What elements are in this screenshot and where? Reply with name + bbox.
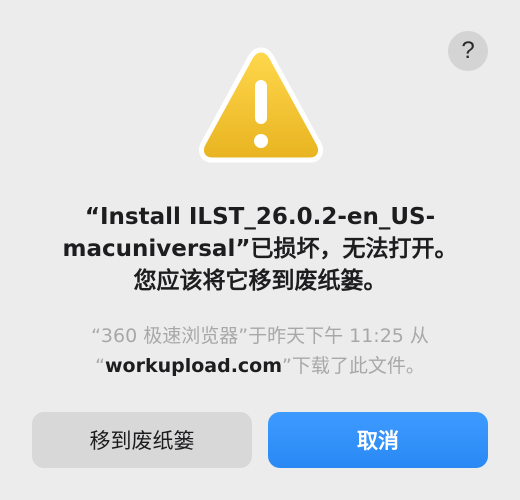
source-line-1: “360 极速浏览器”于昨天下午 11:25 从 — [91, 325, 429, 347]
domain-open-quote: “ — [95, 355, 105, 377]
download-source-info: “360 极速浏览器”于昨天下午 11:25 从 “workupload.com… — [20, 321, 500, 381]
help-button[interactable]: ? — [448, 31, 488, 71]
alert-dialog: ? “Install ILST_26.0.2-en_US- macunivers… — [0, 0, 520, 500]
cancel-button[interactable]: 取消 — [268, 412, 488, 468]
move-to-trash-button[interactable]: 移到废纸篓 — [32, 412, 252, 468]
source-line-2: “workupload.com”下载了此文件。 — [20, 351, 500, 381]
question-mark-icon: ? — [461, 37, 475, 64]
warning-triangle-icon — [198, 47, 324, 163]
source-domain: workupload.com — [104, 355, 283, 377]
title-line-3: 您应该将它移到废纸篓。 — [133, 268, 387, 294]
alert-title: “Install ILST_26.0.2-en_US- macuniversal… — [20, 201, 500, 297]
domain-close-text: ”下载了此文件。 — [282, 355, 425, 377]
title-line-2: macuniversal”已损坏，无法打开。 — [62, 236, 458, 262]
title-line-1: “Install ILST_26.0.2-en_US- — [84, 204, 436, 230]
